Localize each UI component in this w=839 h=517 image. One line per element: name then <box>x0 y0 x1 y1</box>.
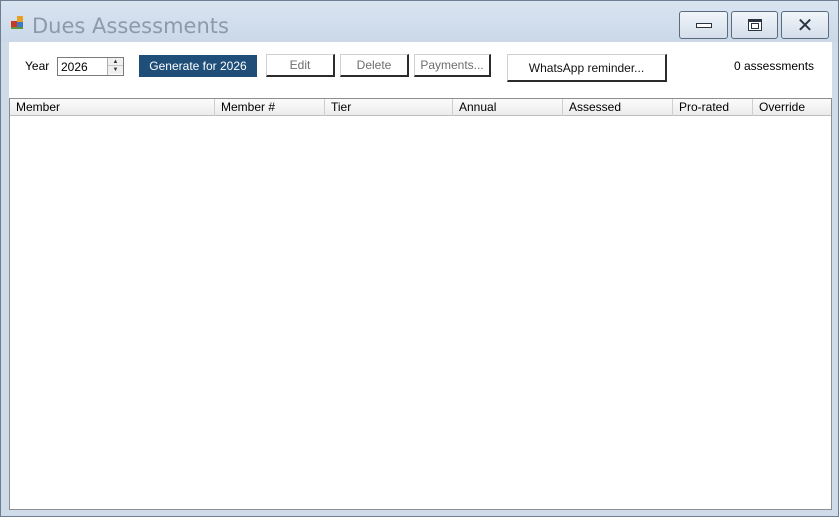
app-window: Dues Assessments ✕ Year 2026 ▲ ▼ Generat… <box>0 0 839 517</box>
grid-header: Member Member # Tier Annual Assessed Pro… <box>10 99 831 116</box>
column-header-pro-rated[interactable]: Pro-rated <box>673 99 753 116</box>
year-label: Year <box>25 59 50 73</box>
year-input[interactable]: 2026 <box>61 60 88 74</box>
column-header-override[interactable]: Override <box>753 99 831 116</box>
year-stepper[interactable]: 2026 ▲ ▼ <box>57 57 124 76</box>
whatsapp-reminder-button[interactable]: WhatsApp reminder... <box>507 54 667 82</box>
maximize-icon <box>747 19 762 31</box>
edit-button[interactable]: Edit <box>266 54 335 77</box>
column-header-member-number[interactable]: Member # <box>215 99 325 116</box>
maximize-button[interactable] <box>731 11 778 39</box>
minimize-icon <box>695 22 712 28</box>
column-header-tier[interactable]: Tier <box>325 99 453 116</box>
close-icon: ✕ <box>796 13 814 37</box>
column-header-member[interactable]: Member <box>10 99 215 116</box>
minimize-button[interactable] <box>679 11 728 39</box>
assessments-grid[interactable]: Member Member # Tier Annual Assessed Pro… <box>9 98 832 510</box>
column-header-annual[interactable]: Annual <box>453 99 563 116</box>
assessment-count: 0 assessments <box>734 59 815 73</box>
app-icon <box>11 16 25 30</box>
column-header-assessed[interactable]: Assessed <box>563 99 673 116</box>
delete-button[interactable]: Delete <box>340 54 409 77</box>
spin-down-icon[interactable]: ▼ <box>108 66 123 74</box>
title-bar[interactable]: Dues Assessments ✕ <box>1 1 838 42</box>
spin-up-icon[interactable]: ▲ <box>108 58 123 66</box>
client-area: Year 2026 ▲ ▼ Generate for 2026 Edit Del… <box>9 42 832 510</box>
generate-button[interactable]: Generate for 2026 <box>139 55 257 77</box>
toolbar: Year 2026 ▲ ▼ Generate for 2026 Edit Del… <box>9 42 832 97</box>
payments-button[interactable]: Payments... <box>414 54 491 77</box>
close-button[interactable]: ✕ <box>781 11 829 39</box>
spin-buttons: ▲ ▼ <box>107 58 123 75</box>
window-title: Dues Assessments <box>32 14 229 38</box>
